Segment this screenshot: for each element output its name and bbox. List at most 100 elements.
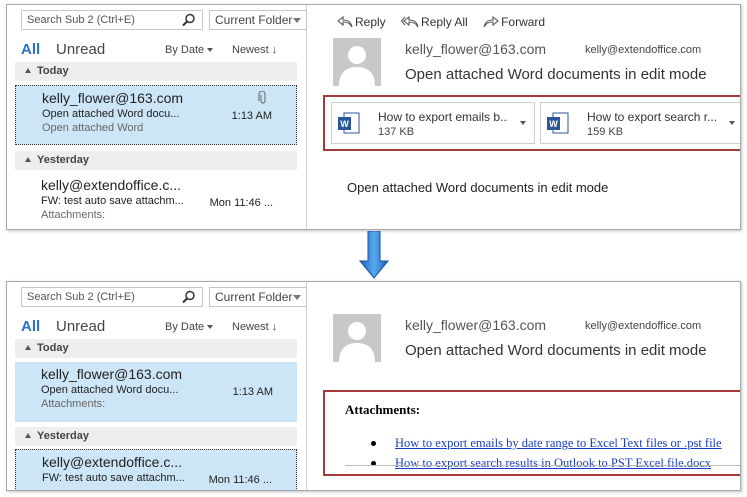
reply-all-button[interactable]: Reply All bbox=[401, 15, 468, 29]
sort-by-dropdown[interactable]: By Date bbox=[165, 44, 214, 56]
sender-address: kelly@extendoffice.com bbox=[585, 44, 702, 56]
search-scope-label: Current Folder bbox=[215, 290, 293, 304]
mail-sender: kelly@extendoffice.c... bbox=[42, 454, 183, 470]
attachment-card[interactable]: W How to export search r... 159 KB bbox=[540, 102, 740, 144]
mail-sender: kelly@extendoffice.c... bbox=[41, 177, 182, 193]
attachment-link-list: How to export emails by date range to Ex… bbox=[371, 436, 722, 476]
forward-icon bbox=[483, 15, 499, 28]
search-scope-label: Current Folder bbox=[215, 13, 293, 27]
mail-item[interactable]: kelly_flower@163.com Open attached Word … bbox=[15, 362, 297, 422]
list-item: How to export emails by date range to Ex… bbox=[371, 436, 722, 451]
mail-time: Mon 11:46 ... bbox=[209, 197, 273, 209]
sort-order-toggle[interactable]: Newest ↓ bbox=[232, 321, 277, 333]
attachments-highlight: Attachments: How to export emails by dat… bbox=[323, 390, 740, 476]
reply-all-icon bbox=[401, 15, 419, 28]
group-header-today[interactable]: Today bbox=[15, 62, 297, 81]
group-label: Today bbox=[37, 342, 69, 354]
search-scope-dropdown[interactable]: Current Folder bbox=[209, 10, 307, 30]
mail-time: Mon 11:46 ... bbox=[208, 474, 272, 486]
search-icon[interactable] bbox=[182, 13, 196, 27]
mail-item[interactable]: kelly@extendoffice.c... FW: test auto sa… bbox=[15, 449, 297, 490]
message-subject: Open attached Word documents in edit mod… bbox=[405, 342, 707, 359]
sort-by-dropdown[interactable]: By Date bbox=[165, 321, 214, 333]
attachment-card[interactable]: W How to export emails b... 137 KB bbox=[331, 102, 535, 144]
search-input[interactable]: Search Sub 2 (Ctrl+E) bbox=[21, 287, 203, 307]
message-list-pane: Search Sub 2 (Ctrl+E) Current Folder All… bbox=[7, 5, 307, 229]
chevron-down-icon bbox=[293, 18, 301, 23]
attachment-link[interactable]: How to export emails by date range to Ex… bbox=[395, 436, 722, 451]
collapse-triangle-icon bbox=[25, 68, 31, 73]
group-header-yesterday[interactable]: Yesterday bbox=[15, 427, 297, 446]
mail-sender: kelly_flower@163.com bbox=[41, 366, 183, 382]
divider bbox=[345, 465, 740, 466]
reply-all-label: Reply All bbox=[421, 15, 468, 29]
sender-name: kelly_flower@163.com bbox=[405, 317, 547, 333]
forward-button[interactable]: Forward bbox=[483, 15, 545, 29]
sender-address: kelly@extendoffice.com bbox=[585, 320, 702, 332]
chevron-down-icon bbox=[293, 295, 301, 300]
collapse-triangle-icon bbox=[25, 433, 31, 438]
group-label: Yesterday bbox=[37, 154, 89, 166]
sort-order-toggle[interactable]: Newest ↓ bbox=[232, 44, 277, 56]
mail-preview: Open attached Word bbox=[42, 122, 144, 134]
outlook-window-before: Search Sub 2 (Ctrl+E) Current Folder All… bbox=[6, 4, 741, 230]
avatar bbox=[333, 314, 381, 362]
attachment-link[interactable]: How to export search results in Outlook … bbox=[395, 456, 711, 471]
avatar bbox=[333, 38, 381, 86]
search-scope-dropdown[interactable]: Current Folder bbox=[209, 287, 307, 307]
mail-item[interactable]: kelly@extendoffice.c... FW: test auto sa… bbox=[15, 173, 297, 229]
reply-icon bbox=[337, 15, 353, 28]
mail-preview: Attachments: bbox=[41, 398, 106, 410]
message-actions: Reply Reply All Forward bbox=[337, 15, 557, 32]
mail-item[interactable]: kelly_flower@163.com Open attached Word … bbox=[15, 85, 297, 145]
reply-button[interactable]: Reply bbox=[337, 15, 386, 29]
message-body: Open attached Word documents in edit mod… bbox=[347, 180, 609, 195]
svg-text:W: W bbox=[340, 119, 349, 129]
tab-all[interactable]: All bbox=[21, 41, 40, 58]
attachments-heading: Attachments: bbox=[345, 402, 421, 417]
group-label: Yesterday bbox=[37, 430, 89, 442]
sort-by-label: By Date bbox=[165, 321, 205, 333]
attachments-highlight: W How to export emails b... 137 KB W How… bbox=[323, 95, 740, 151]
word-document-icon: W bbox=[338, 112, 360, 134]
mail-preview: Attachments: bbox=[41, 209, 106, 221]
tab-all[interactable]: All bbox=[21, 318, 40, 335]
attachment-name: How to export emails b... bbox=[378, 110, 508, 124]
tab-unread[interactable]: Unread bbox=[56, 318, 105, 335]
tab-unread[interactable]: Unread bbox=[56, 41, 105, 58]
search-input[interactable]: Search Sub 2 (Ctrl+E) bbox=[21, 10, 203, 30]
paperclip-icon bbox=[258, 91, 266, 104]
outlook-window-after: Search Sub 2 (Ctrl+E) Current Folder All… bbox=[6, 281, 741, 491]
attachment-size: 137 KB bbox=[378, 126, 415, 138]
message-subject: Open attached Word documents in edit mod… bbox=[405, 66, 707, 83]
collapse-triangle-icon bbox=[25, 345, 31, 350]
person-icon bbox=[339, 46, 375, 86]
attachment-size: 159 KB bbox=[587, 126, 624, 138]
svg-text:W: W bbox=[549, 119, 558, 129]
list-item: How to export search results in Outlook … bbox=[371, 456, 722, 471]
reading-pane: kelly_flower@163.com kelly@extendoffice.… bbox=[317, 282, 740, 490]
search-placeholder: Search Sub 2 (Ctrl+E) bbox=[27, 291, 135, 303]
chevron-down-icon[interactable] bbox=[520, 121, 526, 125]
word-document-icon: W bbox=[547, 112, 569, 134]
chevron-down-icon[interactable] bbox=[729, 121, 735, 125]
message-list-pane: Search Sub 2 (Ctrl+E) Current Folder All… bbox=[7, 282, 307, 490]
person-icon bbox=[339, 322, 375, 362]
sort-by-label: By Date bbox=[165, 44, 205, 56]
group-label: Today bbox=[37, 65, 69, 77]
sender-name: kelly_flower@163.com bbox=[405, 41, 547, 57]
group-header-yesterday[interactable]: Yesterday bbox=[15, 151, 297, 170]
down-arrow-icon bbox=[359, 231, 389, 279]
reply-label: Reply bbox=[355, 15, 386, 29]
collapse-triangle-icon bbox=[25, 157, 31, 162]
chevron-down-icon bbox=[207, 325, 214, 330]
attachment-name: How to export search r... bbox=[587, 110, 717, 124]
mail-time: 1:13 AM bbox=[231, 110, 272, 122]
search-icon[interactable] bbox=[182, 290, 196, 304]
search-placeholder: Search Sub 2 (Ctrl+E) bbox=[27, 14, 135, 26]
bullet-icon bbox=[371, 441, 376, 446]
group-header-today[interactable]: Today bbox=[15, 339, 297, 358]
reading-pane: Reply Reply All Forward kelly_flower@163… bbox=[317, 5, 740, 229]
mail-time: 1:13 AM bbox=[232, 386, 273, 398]
chevron-down-icon bbox=[207, 48, 214, 53]
